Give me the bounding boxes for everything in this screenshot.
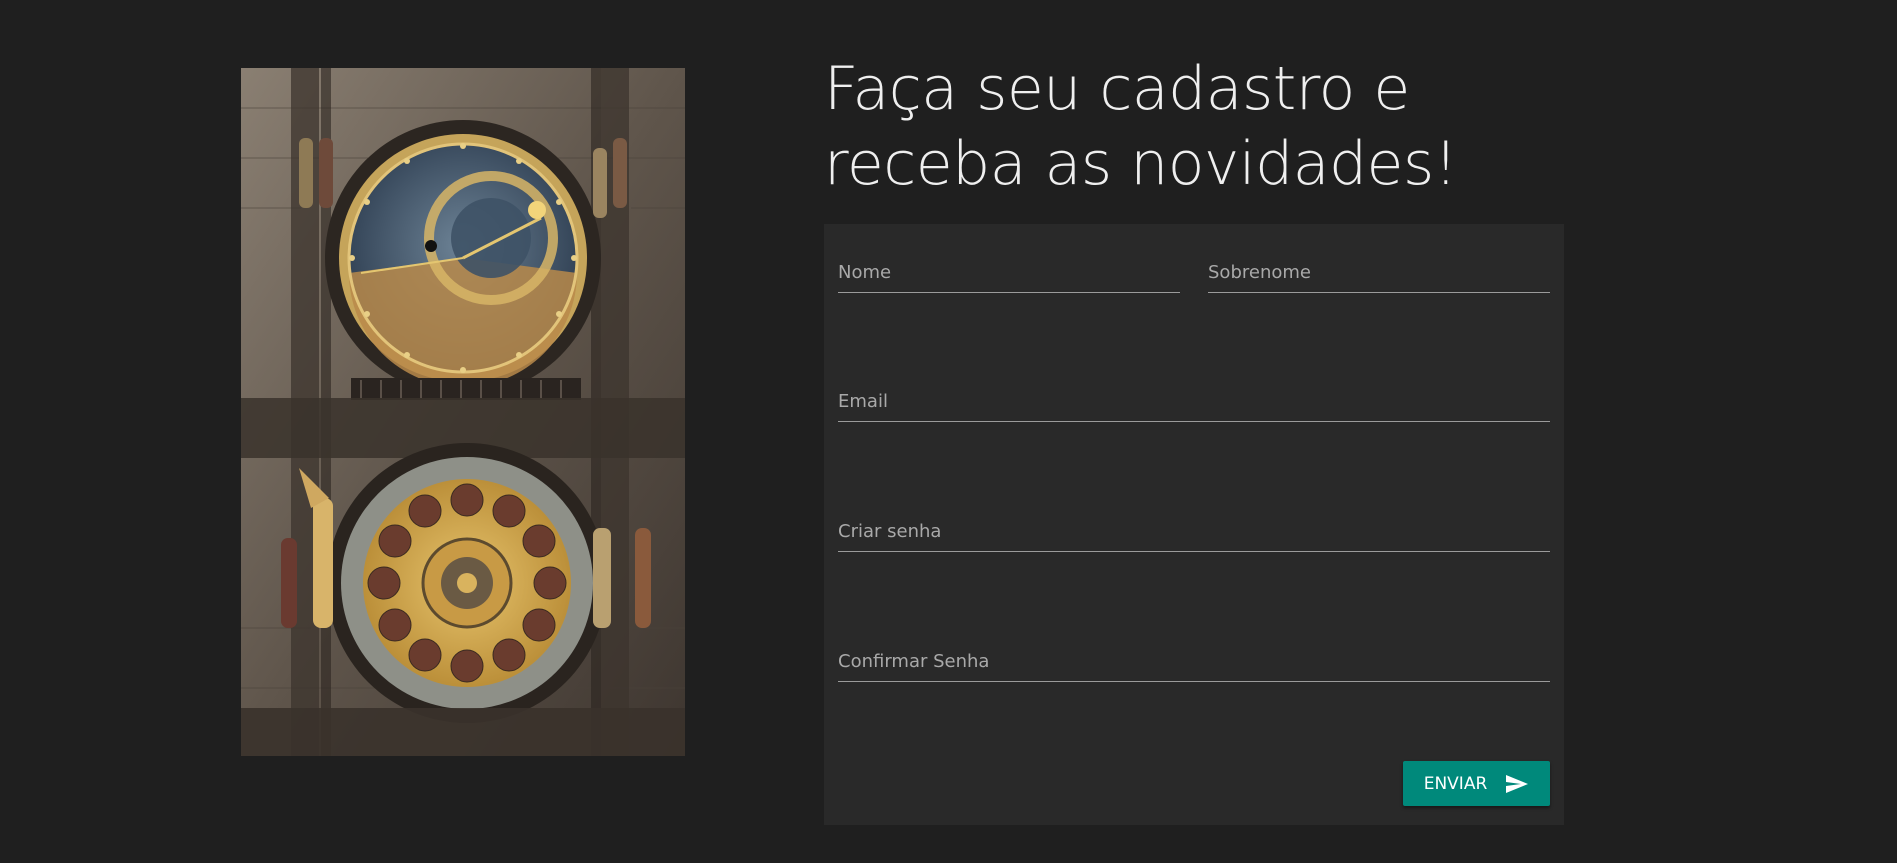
confirm-password-input[interactable]: [838, 641, 1550, 681]
astronomical-clock-image: [241, 68, 685, 756]
last-name-input[interactable]: [1208, 252, 1550, 292]
page-title: Faça seu cadastro e receba as novidades!: [824, 52, 1544, 202]
signup-page: Faça seu cadastro e receba as novidades!…: [0, 0, 1897, 863]
first-name-input[interactable]: [838, 252, 1180, 292]
email-input[interactable]: [838, 381, 1550, 421]
page-title-line-1: Faça seu cadastro e: [824, 54, 1410, 124]
password-input[interactable]: [838, 511, 1550, 551]
signup-form: ENVIAR: [824, 224, 1564, 825]
submit-button[interactable]: ENVIAR: [1403, 761, 1550, 806]
submit-button-label: ENVIAR: [1423, 773, 1488, 794]
send-icon: [1505, 774, 1529, 794]
first-name-field: [838, 252, 1180, 293]
page-title-line-2: receba as novidades!: [824, 129, 1458, 199]
last-name-field: [1208, 252, 1550, 293]
password-field: [838, 511, 1550, 552]
confirm-password-field: [838, 641, 1550, 682]
email-field: [838, 381, 1550, 422]
